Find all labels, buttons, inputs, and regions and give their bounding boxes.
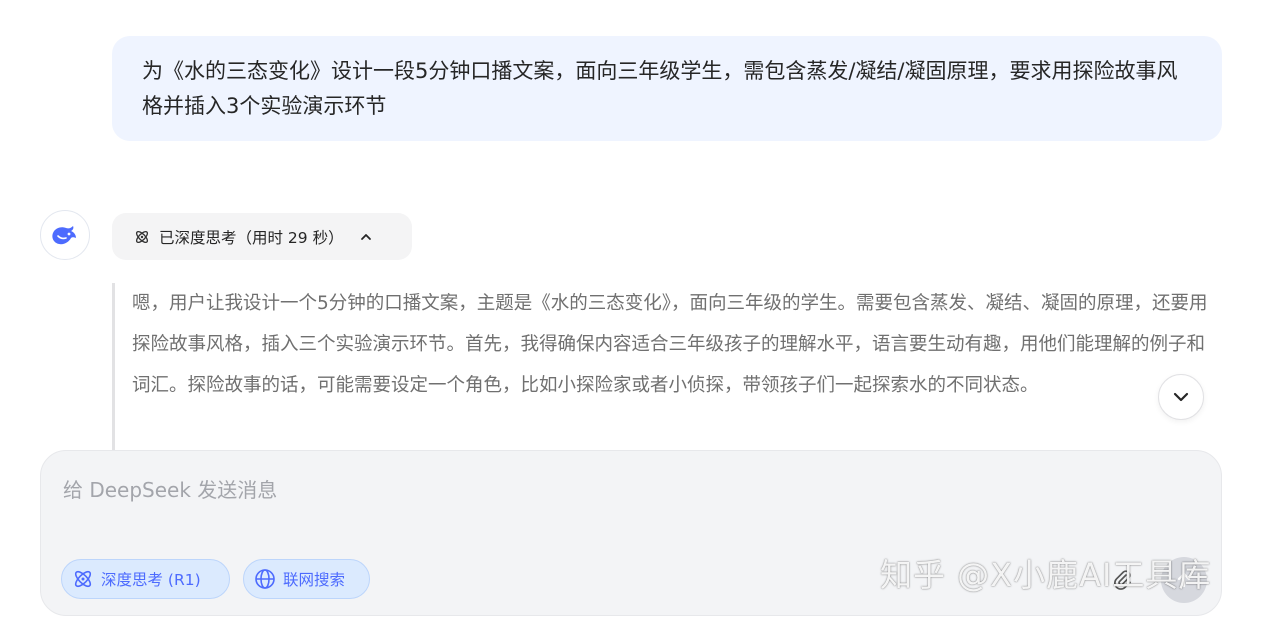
- scroll-to-bottom-button[interactable]: [1158, 374, 1204, 420]
- deep-think-r1-label: 深度思考 (R1): [101, 571, 201, 589]
- deep-think-r1-button[interactable]: 深度思考 (R1): [61, 559, 230, 599]
- deep-think-label: 已深度思考（用时 29 秒）: [159, 228, 344, 247]
- message-input[interactable]: [63, 473, 1163, 507]
- user-message-bubble: 为《水的三态变化》设计一段5分钟口播文案，面向三年级学生，需包含蒸发/凝结/凝固…: [112, 36, 1222, 141]
- chat-page: 为《水的三态变化》设计一段5分钟口播文案，面向三年级学生，需包含蒸发/凝结/凝固…: [0, 0, 1280, 623]
- user-message-text: 为《水的三态变化》设计一段5分钟口播文案，面向三年级学生，需包含蒸发/凝结/凝固…: [142, 59, 1178, 118]
- chevron-up-icon: [359, 230, 373, 244]
- deepseek-whale-icon: [52, 226, 76, 245]
- assistant-avatar: [40, 210, 90, 260]
- deep-think-toggle[interactable]: 已深度思考（用时 29 秒）: [112, 213, 412, 260]
- chevron-down-icon: [1173, 392, 1189, 402]
- atom-icon: [135, 230, 149, 243]
- web-search-label: 联网搜索: [283, 571, 346, 589]
- atom-icon: [74, 570, 92, 588]
- thought-text: 嗯，用户让我设计一个5分钟的口播文案，主题是《水的三态变化》，面向三年级的学生。…: [132, 293, 1208, 396]
- web-search-button[interactable]: 联网搜索: [243, 559, 370, 599]
- thought-block: 嗯，用户让我设计一个5分钟的口播文案，主题是《水的三态变化》，面向三年级的学生。…: [112, 283, 1212, 450]
- watermark: 知乎 @X小鹿AI工具库: [880, 556, 1212, 594]
- globe-icon: [255, 569, 275, 589]
